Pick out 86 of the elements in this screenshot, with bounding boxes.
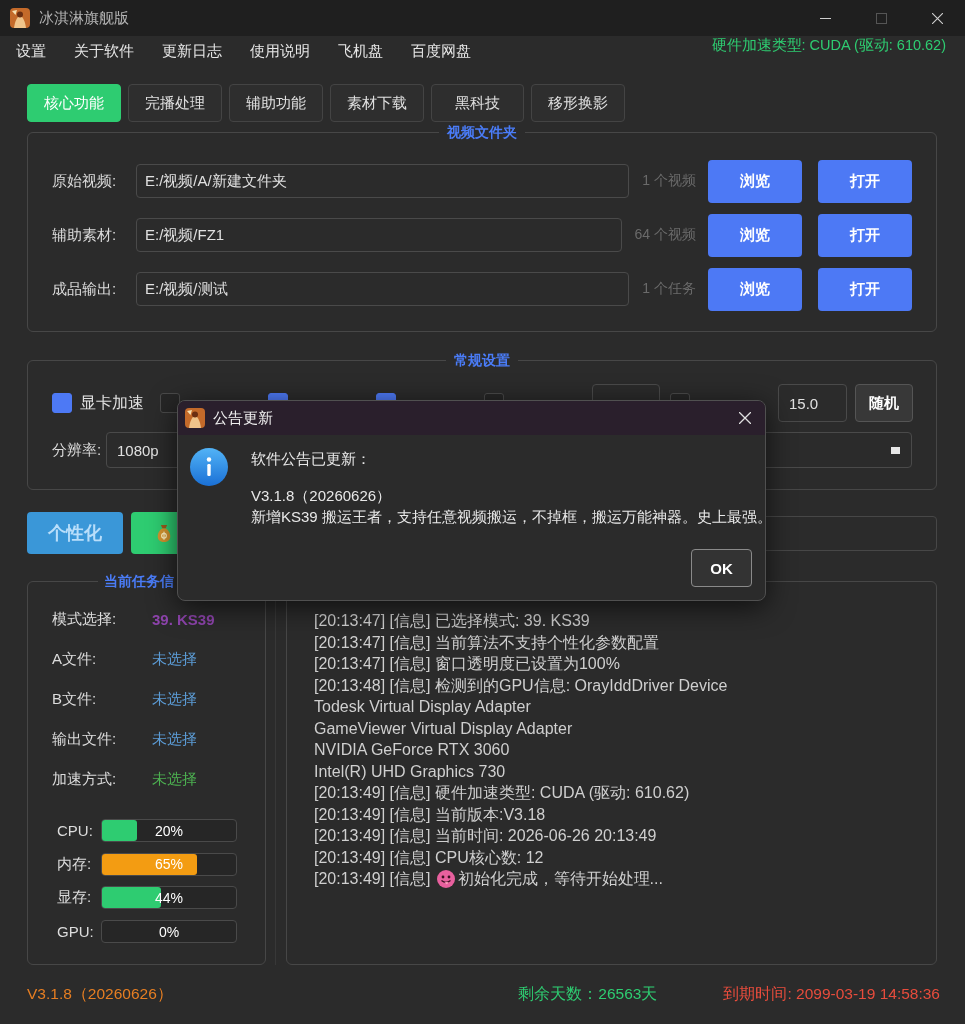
task-info-label: A文件:	[52, 649, 98, 669]
task-info-value: 未选择	[152, 729, 197, 749]
task-info-value: 39. KS39	[152, 610, 215, 628]
log-line: [20:13:47] [信息] 当前算法不支持个性化参数配置	[314, 632, 660, 653]
task-info-label: 模式选择:	[52, 609, 118, 629]
file-count-text: 1 个任务	[642, 280, 696, 298]
log-line: [20:13:49] [信息] CPU核心数: 12	[314, 847, 545, 868]
close-icon	[931, 12, 943, 24]
task-info-value: 未选择	[152, 649, 197, 669]
section-title: 常规设置	[453, 351, 511, 369]
task-info-label: B文件:	[52, 689, 98, 709]
log-line: [20:13:47] [信息] 窗口透明度已设置为100%	[314, 654, 621, 674]
minimize-icon	[819, 17, 831, 19]
task-info-value: 未选择	[152, 689, 197, 709]
hardware-status-text: 硬件加速类型: CUDA (驱动: 610.62)	[711, 36, 946, 54]
section-title: 视频文件夹	[446, 123, 518, 141]
browse-button[interactable]: 浏览	[708, 213, 802, 257]
log-line: GameViewer Virtual Display Adapter	[314, 718, 574, 739]
file-count-text: 1 个视频	[642, 172, 696, 190]
task-info-label: 加速方式:	[52, 769, 118, 789]
meter-label: 内存:	[57, 854, 93, 874]
log-line: [20:13:49] [信息] 当前时间: 2026-06-26 20:13:49	[314, 826, 658, 846]
app-logo-icon	[185, 408, 205, 428]
menu-item[interactable]: 设置	[2, 36, 60, 66]
meter-reading: 20%	[155, 822, 183, 839]
field-label: 原始视频:	[52, 171, 118, 191]
meter-label: CPU:	[57, 822, 94, 839]
section-title: 当前任务信	[103, 572, 175, 590]
info-icon	[190, 448, 228, 486]
expiry-time-text: 到期时间: 2099-03-19 14:58:36	[723, 983, 940, 1004]
tab[interactable]: 辅助功能	[229, 84, 323, 122]
meter-label: 显存:	[57, 888, 93, 908]
menu-item[interactable]: 飞机盘	[324, 36, 397, 66]
dialog-title: 公告更新	[213, 408, 273, 428]
field-label: 辅助素材:	[52, 225, 118, 245]
browse-button[interactable]: 浏览	[708, 159, 802, 203]
path-field[interactable]: E:/视频/测试	[136, 272, 630, 306]
open-button[interactable]: 打开	[818, 159, 912, 203]
dialog-message: 软件公告已更新：	[251, 449, 372, 469]
tab[interactable]: 黑科技	[431, 84, 524, 122]
log-line: [20:13:48] [信息] 检测到的GPU信息: OrayIddDriver Device	[314, 675, 729, 696]
checkbox-label[interactable]: 显卡加速	[80, 392, 144, 414]
log-message: 初始化完成，等待开始处理...	[457, 869, 663, 889]
version-text: V3.1.8（20260626）	[27, 983, 173, 1004]
app-logo-icon	[10, 8, 30, 28]
task-info-label: 输出文件:	[52, 729, 118, 749]
close-icon	[739, 412, 751, 424]
menu-item[interactable]: 更新日志	[148, 36, 236, 66]
log-line: NVIDIA GeForce RTX 3060	[314, 740, 511, 760]
open-button[interactable]: 打开	[818, 213, 912, 257]
dialog-message: 新增KS39 搬运王者，支持任意视频搬运，不掉框，搬运万能神器。史上最强。	[251, 507, 765, 527]
tab[interactable]: 素材下载	[330, 84, 424, 122]
meter-reading: 65%	[155, 856, 183, 873]
task-info-value: 未选择	[152, 769, 197, 789]
log-line: [20:13:47] [信息] 已选择模式: 39. KS39	[314, 611, 591, 631]
number-field[interactable]: 15.0	[778, 384, 847, 422]
ok-button[interactable]: OK	[691, 549, 752, 587]
log-prefix: [20:13:49] [信息]	[314, 869, 431, 889]
maximize-icon	[875, 12, 887, 24]
meter-label: GPU:	[57, 923, 95, 941]
tongue-out-face-icon	[436, 869, 455, 888]
field-label: 成品输出:	[52, 279, 118, 299]
menu-item[interactable]: 使用说明	[236, 36, 324, 66]
menu-item[interactable]: 关于软件	[60, 36, 148, 66]
open-button[interactable]: 打开	[818, 267, 912, 311]
tab[interactable]: 移形换影	[531, 84, 625, 122]
path-field[interactable]: E:/视频/A/新建文件夹	[136, 164, 630, 198]
tab[interactable]: 完播处理	[128, 84, 222, 122]
field-label: 分辨率:	[52, 440, 103, 460]
money-bag-icon	[155, 524, 173, 542]
meter-reading: 0%	[158, 923, 180, 940]
window-title: 冰淇淋旗舰版	[39, 8, 129, 28]
remaining-days-text: 剩余天数：26563天	[518, 983, 658, 1004]
dialog-message: V3.1.8（20260626）	[251, 486, 393, 506]
browse-button[interactable]: 浏览	[708, 267, 802, 311]
file-count-text: 64 个视频	[634, 226, 696, 244]
menu-item[interactable]: 百度网盘	[397, 36, 485, 66]
log-line: Todesk Virtual Display Adapter	[314, 697, 532, 717]
log-line: [20:13:49] [信息] 当前版本:V3.18	[314, 804, 547, 825]
dropdown-indicator-icon	[891, 446, 900, 454]
log-line: [20:13:49] [信息] 硬件加速类型: CUDA (驱动: 610.62)	[314, 783, 691, 803]
path-field[interactable]: E:/视频/FZ1	[136, 218, 622, 252]
random-button[interactable]: 随机	[855, 384, 913, 422]
checkbox[interactable]	[160, 393, 180, 413]
log-line: Intel(R) UHD Graphics 730	[314, 761, 507, 782]
checkbox[interactable]	[52, 393, 72, 413]
